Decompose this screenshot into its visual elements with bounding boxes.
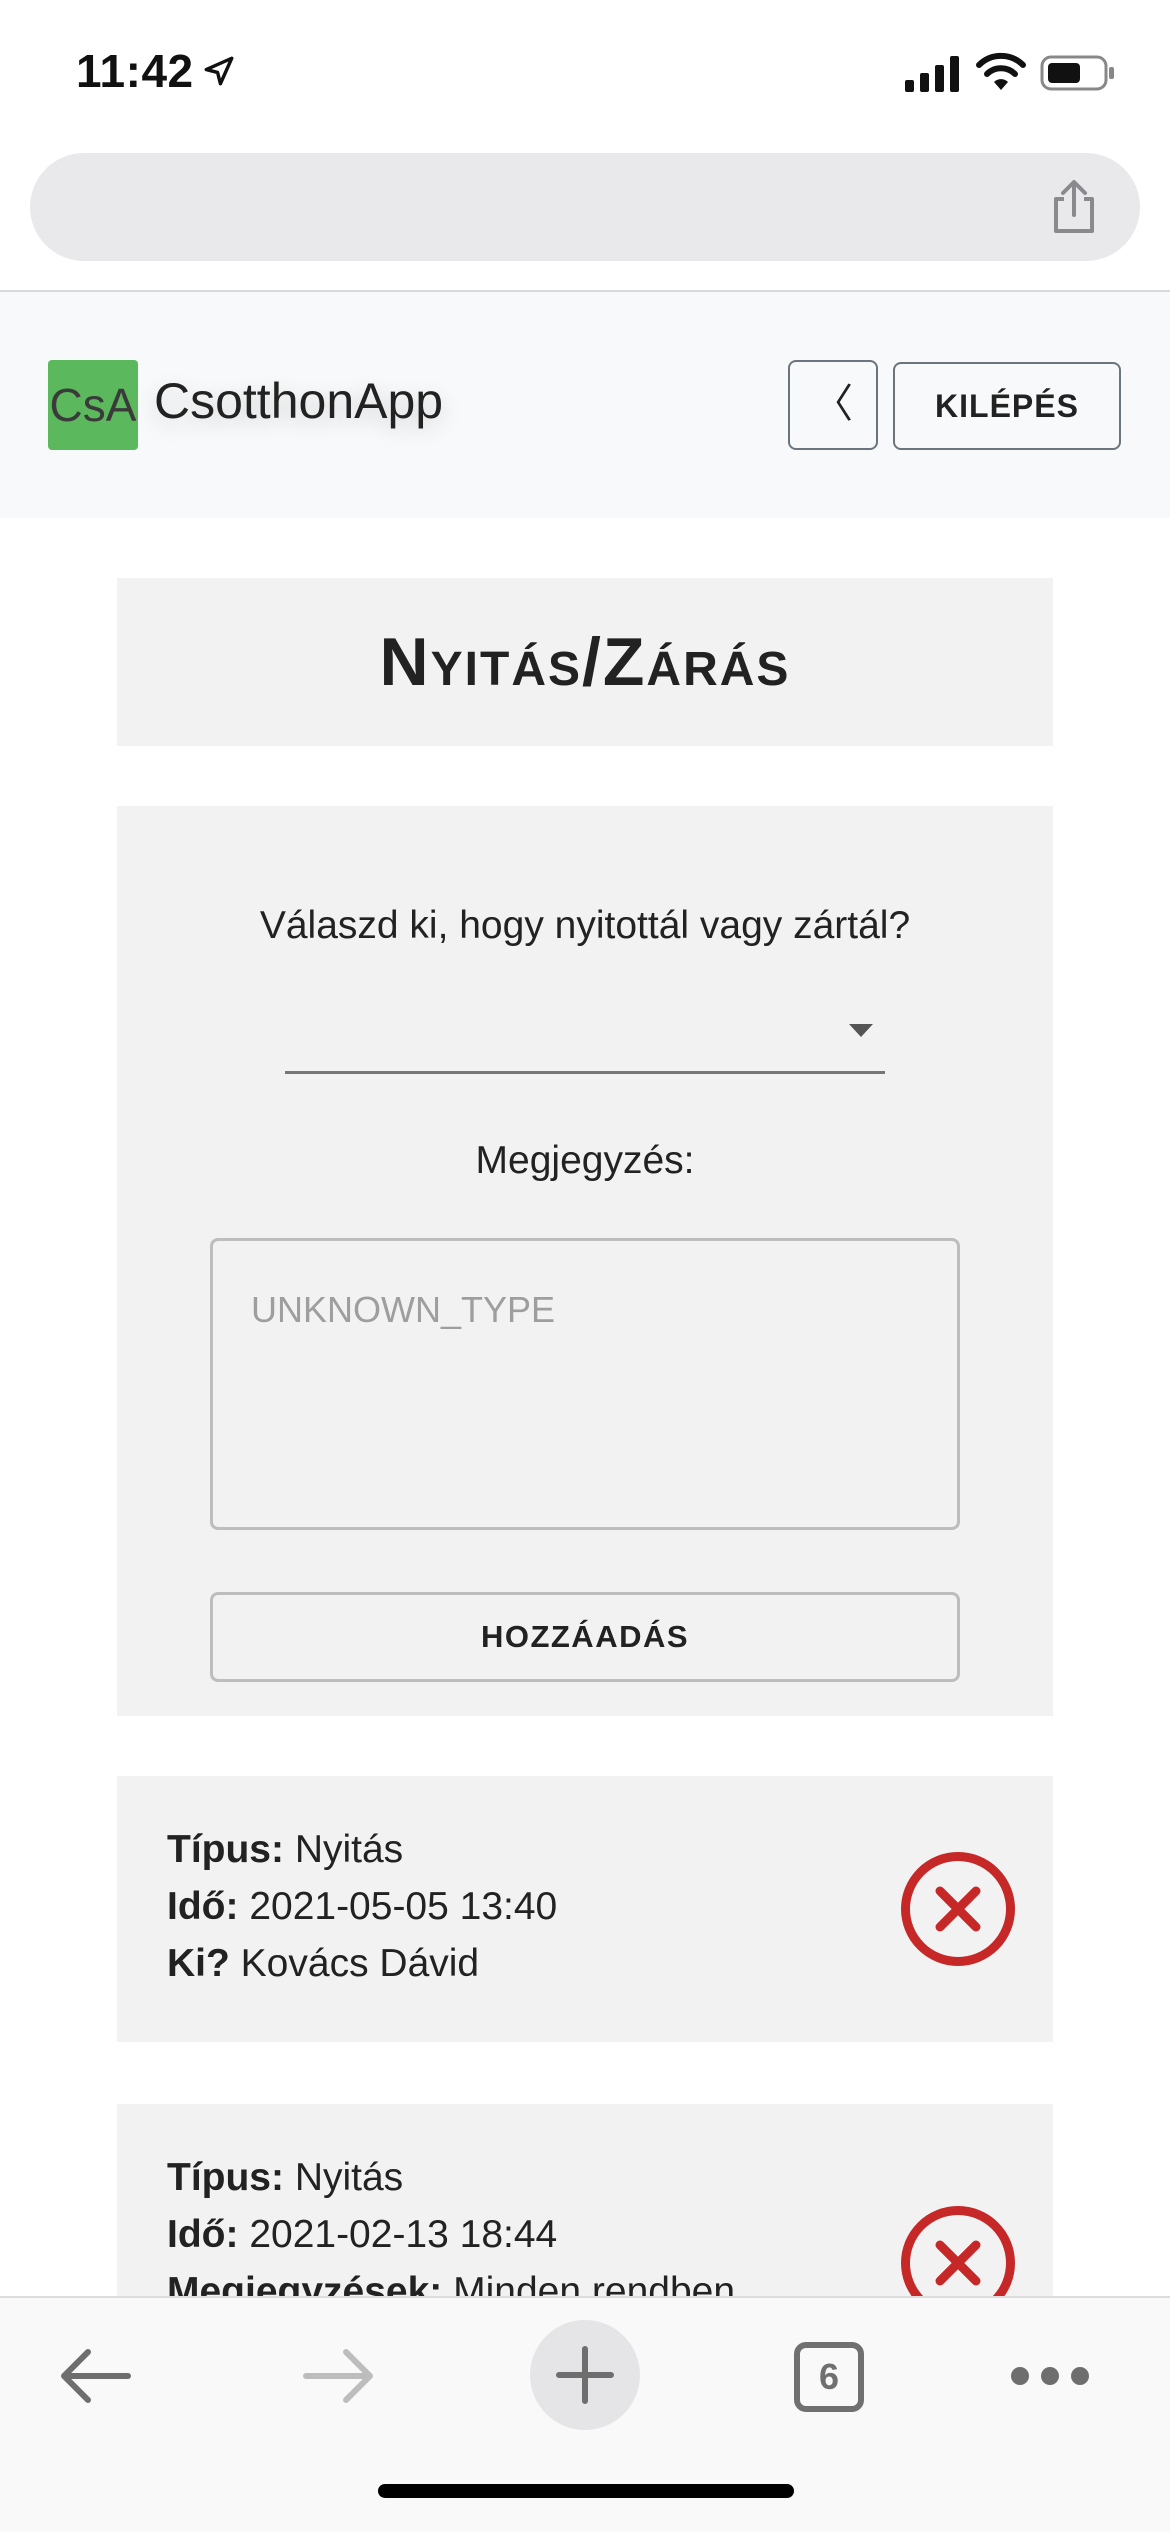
- cellular-signal-icon: [905, 56, 959, 92]
- entry-time-line: Idő: 2021-02-13 18:44: [167, 2213, 557, 2257]
- note-label: Megjegyzés:: [475, 1139, 695, 1182]
- entry-time-label: Idő:: [167, 1885, 239, 1928]
- logout-button[interactable]: KILÉPÉS: [893, 362, 1121, 450]
- entry-type-value: Nyitás: [294, 1828, 404, 1871]
- entry-time-value: 2021-05-05 13:40: [249, 1885, 558, 1928]
- type-question-label: Válaszd ki, hogy nyitottál vagy zártál?: [259, 904, 911, 947]
- entry-time-line: Idő: 2021-05-05 13:40: [167, 1885, 557, 1929]
- tab-switcher-button[interactable]: 6: [794, 2342, 864, 2412]
- ellipsis-icon[interactable]: [1008, 2358, 1092, 2394]
- type-select[interactable]: [285, 988, 885, 1074]
- entry-who-value: Kovács Dávid: [240, 1942, 480, 1985]
- entry-type-value: Nyitás: [294, 2156, 404, 2199]
- new-tab-button[interactable]: [530, 2320, 640, 2430]
- entry-time-value: 2021-02-13 18:44: [249, 2213, 558, 2256]
- entry-type-line: Típus: Nyitás: [167, 1828, 403, 1872]
- app-logo[interactable]: CsA: [48, 360, 138, 450]
- app-navbar: CsA CsotthonApp 〈 KILÉPÉS: [0, 292, 1170, 518]
- close-icon: [935, 1886, 981, 1932]
- entry-card: Típus: Nyitás Idő: 2021-05-05 13:40 Ki? …: [117, 1776, 1053, 2042]
- chevron-down-icon: [849, 1024, 873, 1037]
- close-icon: [935, 2240, 981, 2286]
- status-time: 11:42: [76, 45, 194, 97]
- entry-type-label: Típus:: [167, 1828, 284, 1871]
- address-bar[interactable]: [30, 153, 1140, 261]
- home-indicator: [378, 2484, 794, 2498]
- entry-who-label: Ki?: [167, 1942, 230, 1985]
- battery-icon: [1040, 55, 1114, 91]
- arrow-right-icon[interactable]: [300, 2338, 376, 2414]
- status-bar: 11:42: [0, 0, 1170, 145]
- entry-type-label: Típus:: [167, 2156, 284, 2199]
- add-button[interactable]: HOZZÁADÁS: [210, 1592, 960, 1682]
- page-title: Nyitás/Zárás: [379, 624, 791, 700]
- brand-name[interactable]: CsotthonApp: [154, 372, 443, 430]
- note-textarea[interactable]: [210, 1238, 960, 1530]
- entry-who-line: Ki? Kovács Dávid: [167, 1942, 479, 1986]
- title-card: Nyitás/Zárás: [117, 578, 1053, 746]
- entry-time-label: Idő:: [167, 2213, 239, 2256]
- arrow-left-icon[interactable]: [58, 2338, 134, 2414]
- plus-icon: [556, 2346, 614, 2404]
- location-arrow-icon: [204, 56, 234, 86]
- back-button[interactable]: 〈: [788, 360, 878, 450]
- entry-type-line: Típus: Nyitás: [167, 2156, 403, 2200]
- entry-form: Válaszd ki, hogy nyitottál vagy zártál? …: [117, 806, 1053, 1716]
- wifi-icon: [976, 52, 1026, 90]
- delete-entry-button[interactable]: [901, 1852, 1015, 1966]
- share-icon[interactable]: [1048, 179, 1100, 235]
